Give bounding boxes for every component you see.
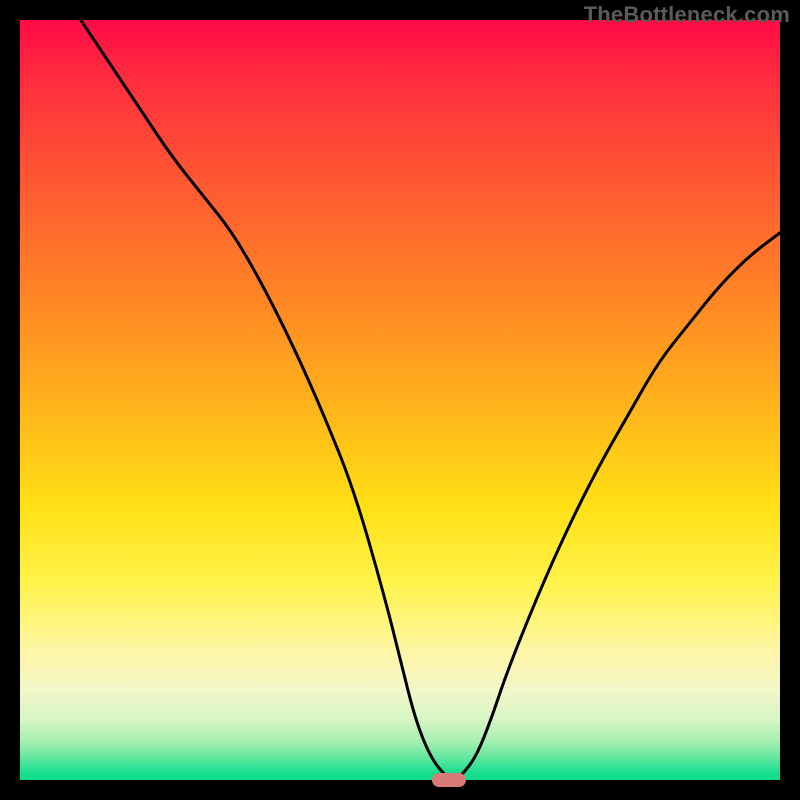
bottleneck-curve-svg — [20, 20, 780, 780]
chart-frame: TheBottleneck.com — [0, 0, 800, 800]
bottleneck-curve-path — [81, 20, 780, 779]
plot-area — [20, 20, 780, 780]
optimal-point-marker — [432, 773, 466, 787]
watermark-label: TheBottleneck.com — [584, 2, 790, 28]
